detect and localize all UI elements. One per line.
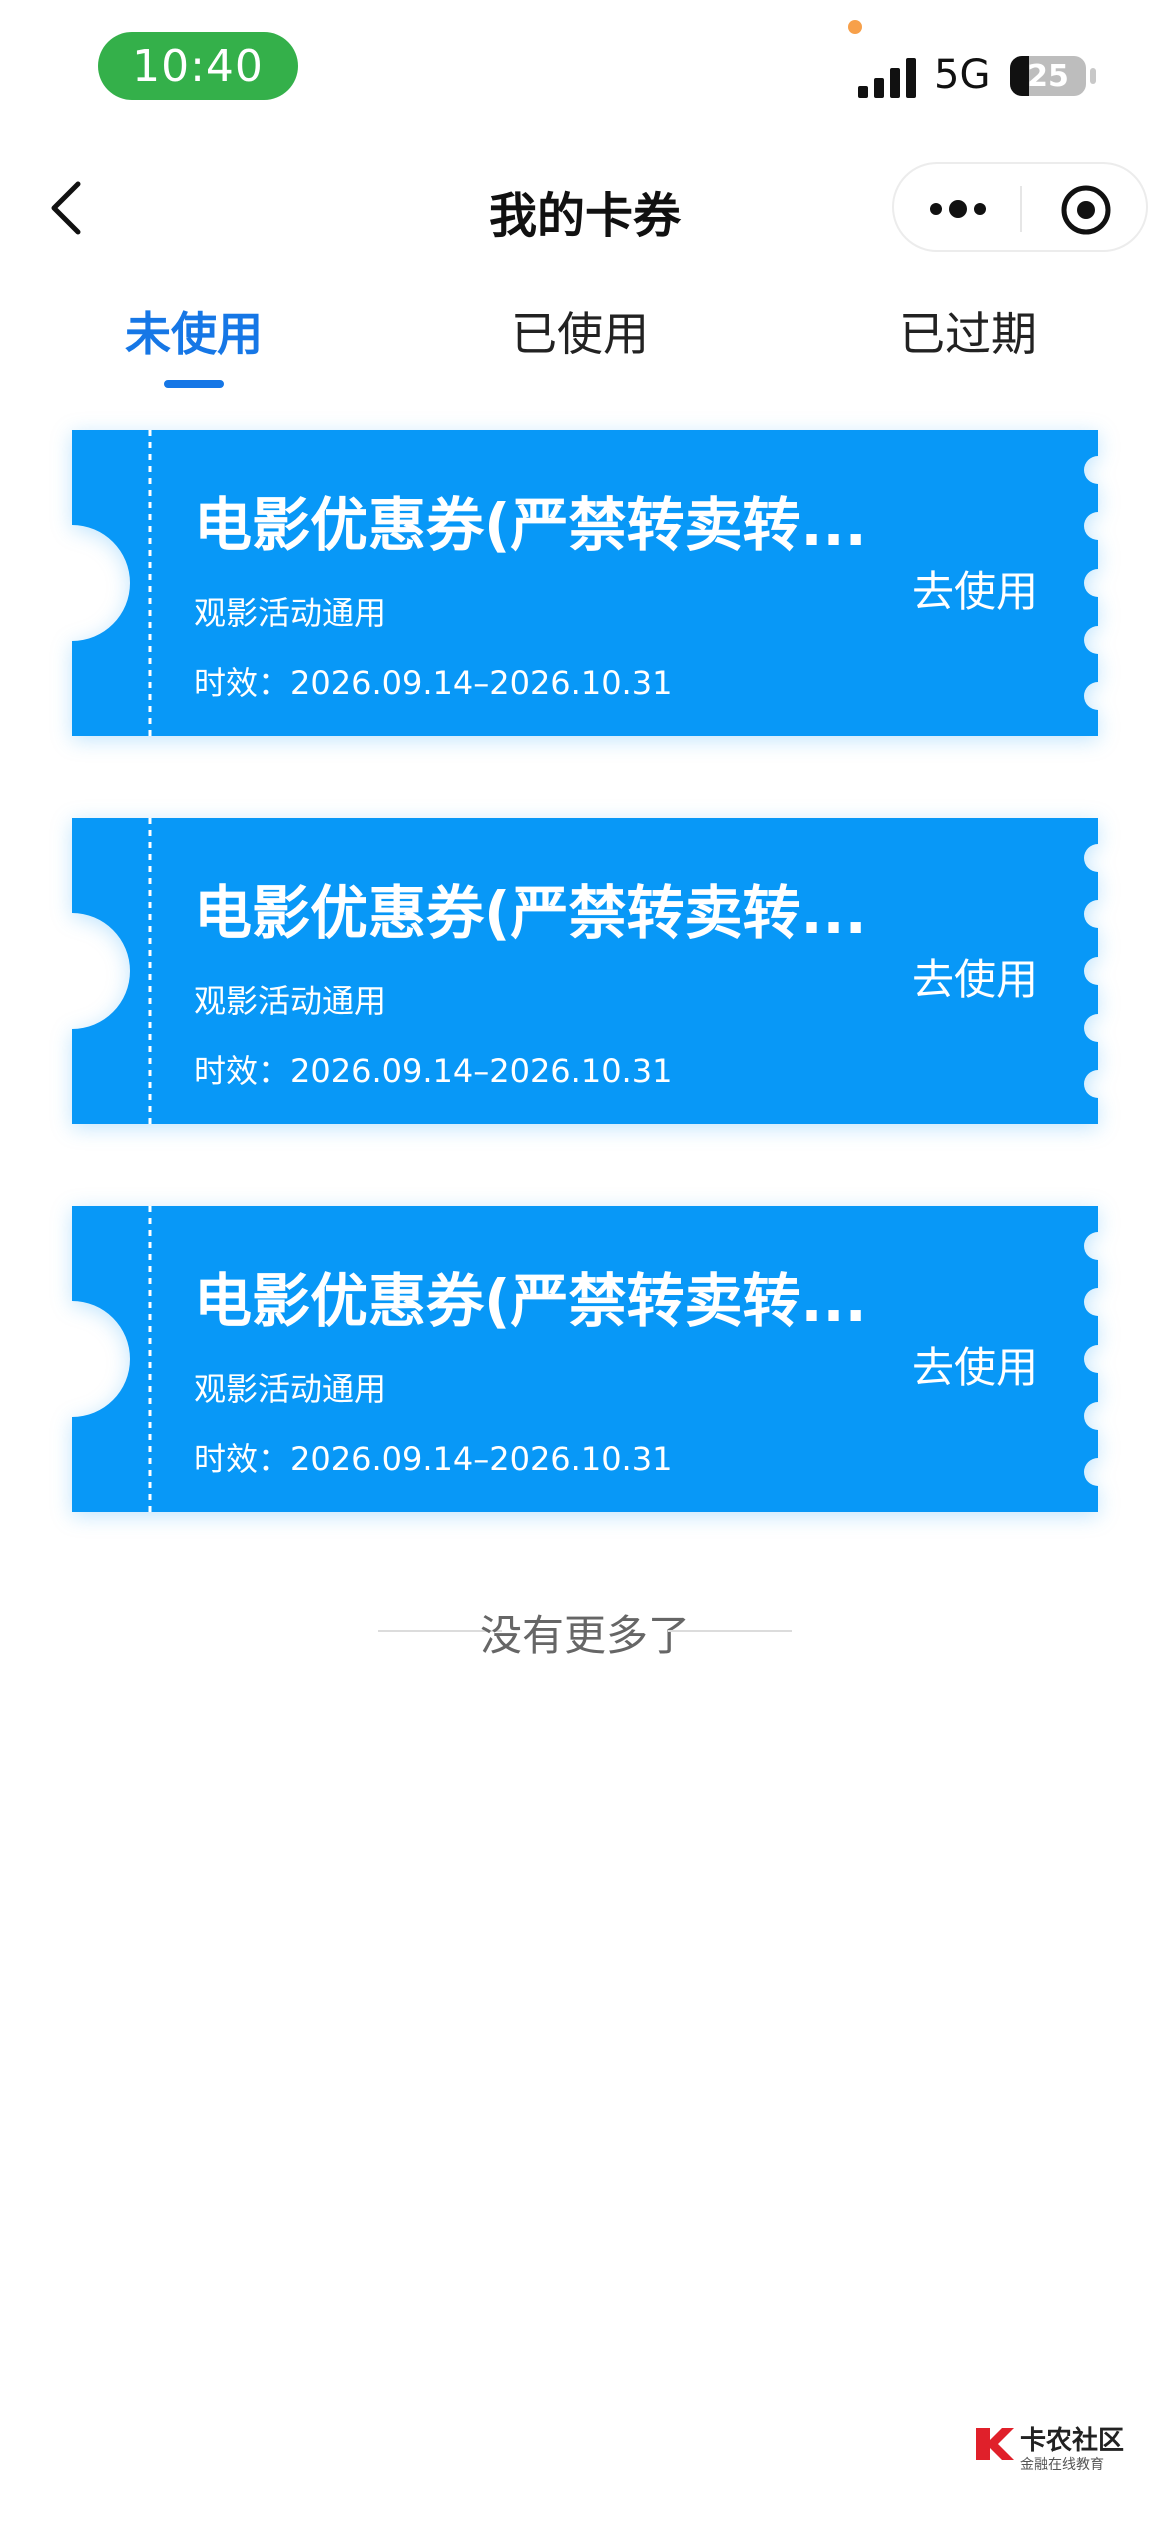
watermark-subtitle: 金融在线教育	[1020, 2457, 1104, 2473]
capsule-divider	[1020, 186, 1022, 232]
use-coupon-button[interactable]: 去使用	[912, 1334, 1038, 1395]
coupon-validity: 时效：2026.09.14–2026.10.31	[194, 1052, 673, 1090]
watermark-logo-icon	[976, 2428, 1014, 2460]
coupon-name: 电影优惠券(严禁转卖转...	[194, 491, 867, 559]
coupon-description: 观影活动通用	[194, 982, 387, 1020]
watermark-title: 卡农社区	[1020, 2426, 1125, 2456]
status-time: 10:40	[98, 32, 298, 100]
battery-icon: 25	[1010, 56, 1086, 96]
coupon-validity: 时效：2026.09.14–2026.10.31	[194, 1440, 673, 1478]
end-divider-right	[668, 1630, 792, 1632]
coupon-card[interactable]: 电影优惠券(严禁转卖转... 观影活动通用 时效：2026.09.14–2026…	[72, 818, 1098, 1124]
coupon-description: 观影活动通用	[194, 594, 387, 632]
battery-level: 25	[1027, 58, 1069, 94]
more-options-icon[interactable]	[928, 192, 988, 226]
privacy-indicator-dot	[848, 20, 862, 34]
tab-expired[interactable]: 已过期	[838, 298, 1098, 364]
close-miniapp-icon[interactable]	[1060, 184, 1112, 236]
list-end-text: 没有更多了	[479, 1611, 690, 1660]
miniapp-capsule	[892, 162, 1148, 252]
active-tab-indicator	[164, 380, 224, 388]
coupon-card[interactable]: 电影优惠券(严禁转卖转... 观影活动通用 时效：2026.09.14–2026…	[72, 1206, 1098, 1512]
battery-tip	[1090, 68, 1096, 84]
coupon-validity: 时效：2026.09.14–2026.10.31	[194, 664, 673, 702]
coupon-name: 电影优惠券(严禁转卖转...	[194, 1267, 867, 1335]
use-coupon-button[interactable]: 去使用	[912, 946, 1038, 1007]
coupon-description: 观影活动通用	[194, 1370, 387, 1408]
use-coupon-button[interactable]: 去使用	[912, 558, 1038, 619]
cellular-signal-icon	[858, 58, 916, 98]
network-type: 5G	[934, 52, 991, 98]
watermark: 卡农社区 金融在线教育	[972, 2416, 1124, 2484]
tab-unused[interactable]: 未使用	[64, 298, 324, 364]
coupon-card[interactable]: 电影优惠券(严禁转卖转... 观影活动通用 时效：2026.09.14–2026…	[72, 430, 1098, 736]
tab-used[interactable]: 已使用	[450, 298, 710, 364]
coupon-name: 电影优惠券(严禁转卖转...	[194, 879, 867, 947]
